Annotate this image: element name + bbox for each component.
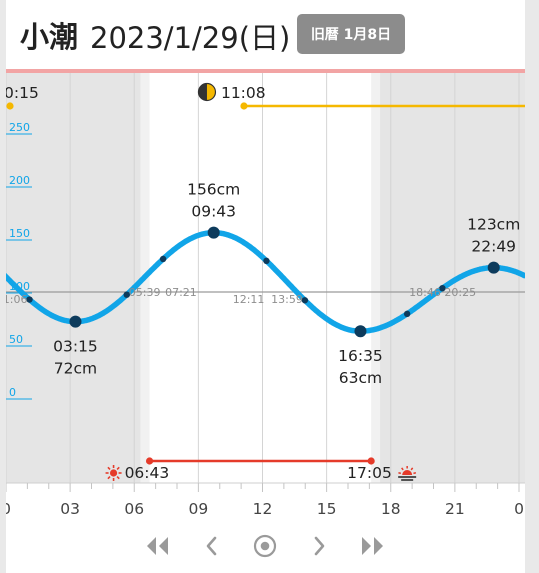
moon-marker-point — [6, 102, 14, 110]
chevron-left-icon[interactable] — [194, 528, 230, 564]
twilight-evening — [371, 73, 381, 483]
x-tick-label: 12 — [253, 500, 273, 518]
sunset-ray — [413, 472, 417, 475]
date-title: 2023/1/29(日) — [90, 21, 291, 55]
target-circle-icon[interactable] — [247, 528, 283, 564]
low-tide-point — [69, 315, 82, 328]
x-tick-label: 0 — [6, 500, 11, 518]
chevron-right-icon[interactable] — [301, 528, 337, 564]
high-tide-time-label: 22:49 — [471, 238, 516, 256]
double-chevron-left-icon[interactable] — [139, 528, 175, 564]
crossing-point — [159, 255, 167, 263]
high-tide-point — [207, 226, 220, 239]
moonrise-time-label: 11:08 — [221, 84, 266, 102]
low-tide-time-label: 03:15 — [53, 338, 98, 356]
half-moon-dark-half — [198, 83, 207, 101]
low-tide-height-label: 72cm — [54, 360, 97, 378]
y-tick-label: 150 — [9, 227, 30, 240]
sun-disc — [109, 469, 118, 477]
crossing-time-label: 05:39 — [129, 286, 161, 299]
night-shade-evening — [380, 73, 525, 483]
y-tick-label: 0 — [9, 386, 16, 399]
tide-chart[interactable]: 050100150200250 01:0605:3907:2112:1113:5… — [6, 73, 525, 524]
x-tick-label: 15 — [317, 500, 337, 518]
x-tick-label: 09 — [189, 500, 209, 518]
tide-type-title: 小潮 — [20, 20, 79, 54]
crossing-time-label: 01:06 — [6, 293, 28, 306]
previous-moon-time-label: 0:15 — [6, 84, 39, 102]
y-tick-label: 250 — [9, 121, 30, 134]
high-tide-point — [487, 261, 500, 274]
high-tide-height-label: 123cm — [467, 216, 520, 234]
date-navigation — [6, 524, 525, 569]
tide-header: 小潮 2023/1/29(日) 旧暦 1月8日 — [6, 0, 525, 70]
high-tide-time-label: 09:43 — [191, 203, 236, 221]
crossing-point — [403, 310, 411, 318]
crossing-time-label: 20:25 — [444, 286, 476, 299]
sunset-time-label: 17:05 — [347, 464, 392, 482]
high-tide-height-label: 156cm — [187, 181, 240, 199]
y-tick-label: 200 — [9, 174, 30, 187]
x-tick-label: 18 — [381, 500, 401, 518]
x-tick-label: 0 — [514, 500, 524, 518]
low-tide-point — [354, 325, 367, 338]
crossing-time-label: 13:59 — [271, 293, 303, 306]
lunar-date-badge[interactable]: 旧暦 1月8日 — [297, 14, 405, 54]
crossing-time-label: 18:46 — [409, 286, 441, 299]
moonrise-point — [240, 102, 248, 110]
x-tick-label: 03 — [60, 500, 80, 518]
crossing-time-label: 12:11 — [233, 293, 265, 306]
sunrise-icon — [105, 465, 122, 481]
low-tide-time-label: 16:35 — [338, 347, 383, 365]
y-tick-label: 50 — [9, 333, 23, 346]
low-tide-height-label: 63cm — [339, 369, 382, 387]
tide-card: 小潮 2023/1/29(日) 旧暦 1月8日 0 50 100 150 200 250 … — [6, 0, 525, 573]
double-chevron-right-icon[interactable] — [355, 528, 391, 564]
x-tick-label: 06 — [124, 500, 144, 518]
sunrise-time-label: 06:43 — [125, 464, 170, 482]
sunset-ray — [398, 472, 402, 475]
x-tick-label: 21 — [445, 500, 465, 518]
crossing-point — [263, 257, 270, 265]
crossing-time-label: 07:21 — [165, 286, 197, 299]
